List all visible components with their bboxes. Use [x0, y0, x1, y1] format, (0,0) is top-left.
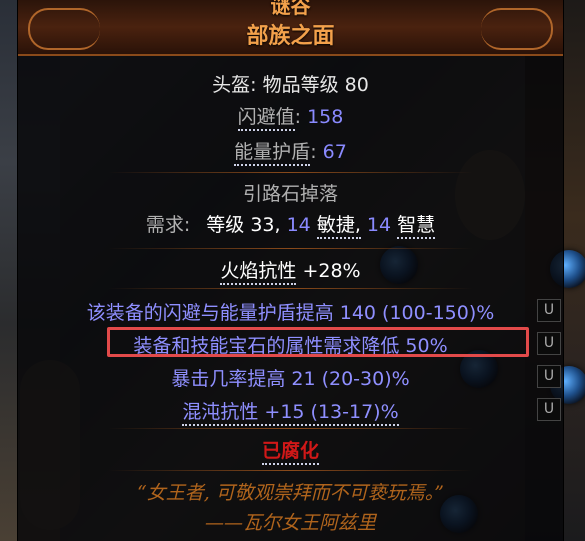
separator [108, 172, 473, 173]
req-int-value: 14 [366, 214, 392, 236]
flavour-text-line2: ——瓦尔女王阿兹里 [204, 512, 376, 534]
evasion-value: 158 [307, 106, 344, 128]
evasion-label: 闪避值 [237, 106, 295, 131]
req-dex-label: 敏捷, [316, 214, 361, 239]
flavour-text-line1: “女王者, 可敬观崇拜而不可亵玩焉。” [136, 482, 444, 504]
item-tooltip: 谜谷 部族之面 头盔: 物品等级 80 闪避值: 158 能量护盾: 67 引路… [18, 0, 563, 541]
req-level-label: 等级 [206, 214, 245, 236]
explicit-mod-3: 暴击几率提高 21 (20-30)% [171, 368, 410, 390]
waystone-drop-line: 引路石掉落 [18, 179, 563, 206]
req-int-label: 智慧 [397, 214, 436, 239]
mod-tag-2[interactable]: U [537, 332, 561, 355]
mod-tag-1[interactable]: U [537, 299, 561, 322]
implicit-mod-label: 火焰抗性 [220, 260, 297, 285]
waystone-drop-text: 引路石掉落 [242, 183, 338, 205]
separator [108, 248, 473, 249]
explicit-mod-1: 该装备的闪避与能量护盾提高 140 (100-150)% [86, 302, 495, 324]
separator [108, 288, 473, 289]
evasion-line: 闪避值: 158 [18, 102, 563, 131]
highlight-box [107, 327, 529, 357]
energy-shield-label: 能量护盾 [234, 141, 311, 166]
item-base-text: 头盔: 物品等级 80 [212, 74, 369, 96]
separator [108, 428, 473, 429]
energy-shield-line: 能量护盾: 67 [18, 137, 563, 166]
implicit-mod-line: 火焰抗性 +28% [18, 256, 563, 285]
implicit-mod-value: +28% [302, 260, 361, 282]
corrupted-text: 已腐化 [261, 440, 319, 465]
mod-tag-3[interactable]: U [537, 365, 561, 388]
req-dex-value: 14 [286, 214, 311, 236]
chaos-resistance-text: 混沌抗性 +15 (13-17)% [182, 401, 399, 426]
req-level-value: 33, [250, 214, 281, 236]
requirements-line: 需求: 等级 33, 14 敏捷, 14 智慧 [18, 210, 563, 239]
mod-tag-4[interactable]: U [537, 398, 561, 421]
separator [108, 470, 473, 471]
item-name: 部族之面 [246, 24, 335, 49]
explicit-mod-4: 混沌抗性 +15 (13-17)% [18, 397, 563, 426]
energy-shield-value: 67 [322, 141, 347, 163]
corrupted-label: 已腐化 [18, 436, 563, 465]
item-title-partial: 谜谷 [270, 0, 311, 18]
requirements-prefix: 需求: [145, 214, 191, 236]
item-base-line: 头盔: 物品等级 80 [18, 70, 563, 97]
